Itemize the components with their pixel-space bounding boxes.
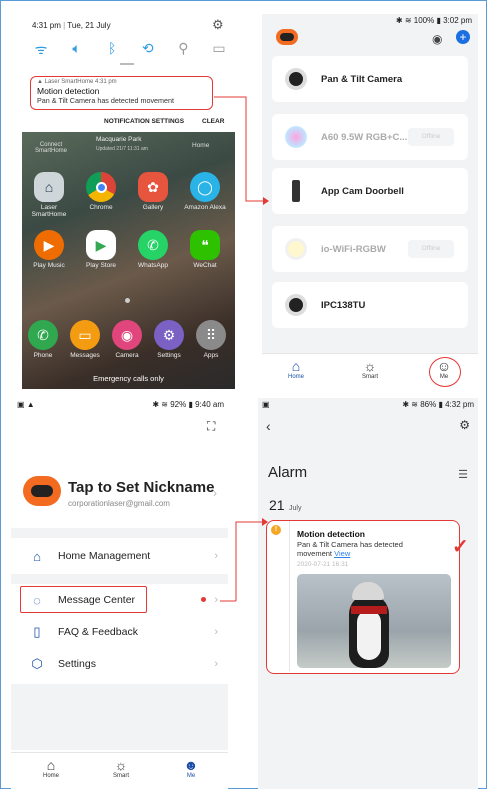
arrow-message-center-to-alarm: [235, 521, 262, 601]
arrowhead: [263, 197, 269, 205]
arrowhead: [262, 518, 268, 526]
arrow-notification-to-device: [214, 96, 263, 202]
flow-arrows: [214, 96, 269, 602]
